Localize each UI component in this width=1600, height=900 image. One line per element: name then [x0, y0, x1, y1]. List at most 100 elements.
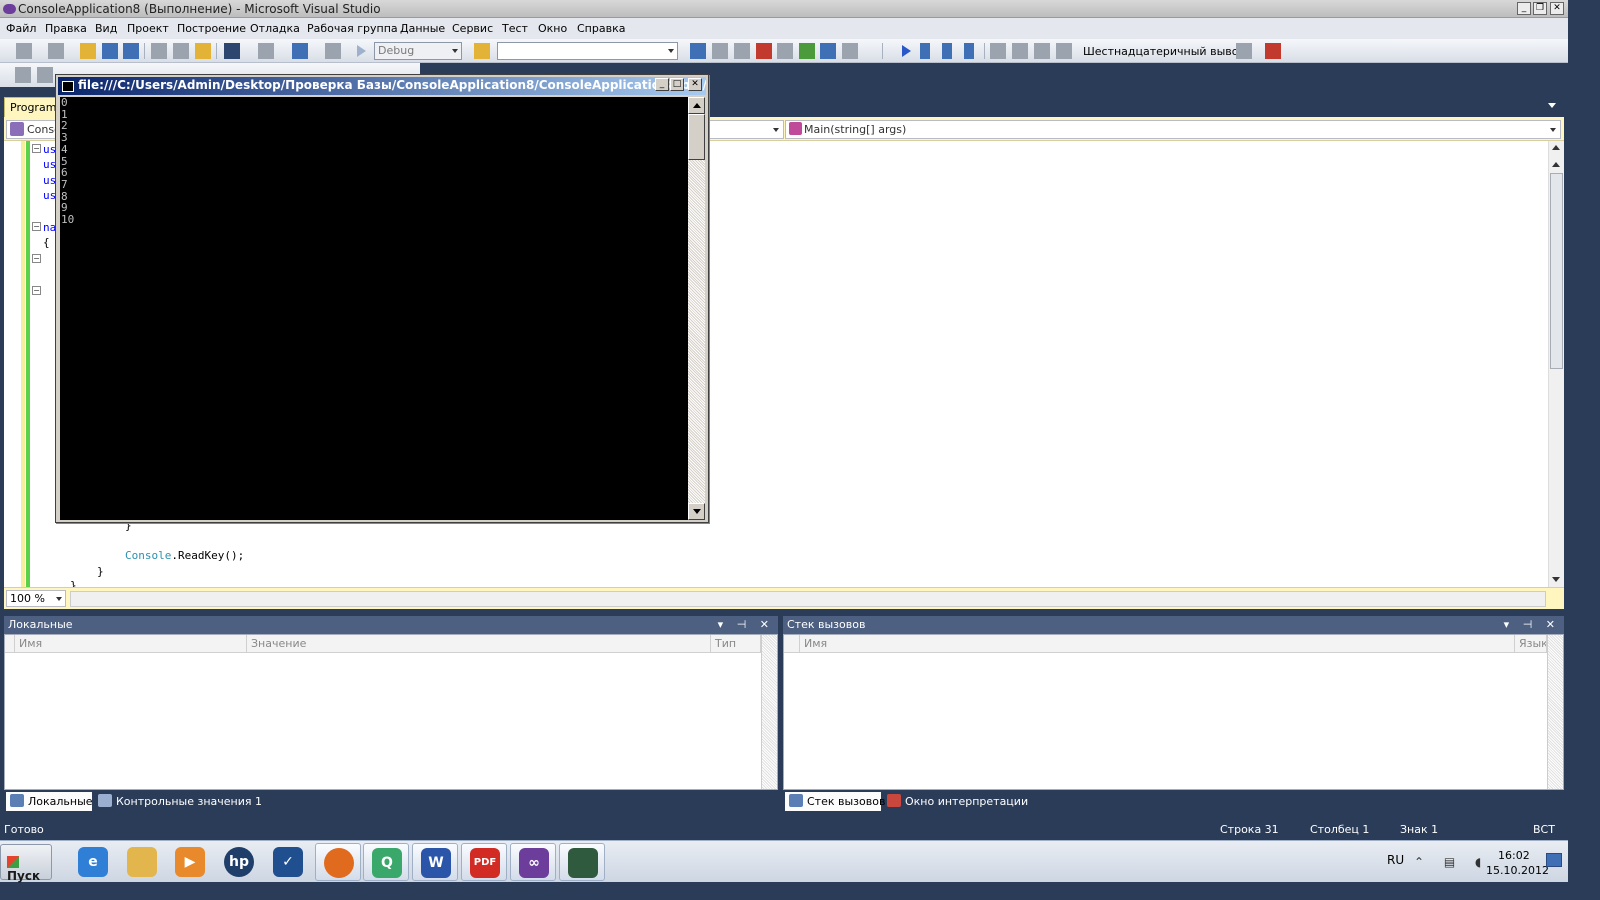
- menu-tools[interactable]: Сервис: [452, 22, 493, 35]
- find-combo[interactable]: [497, 42, 678, 60]
- tab-program-cs[interactable]: Program.cs: [4, 97, 60, 117]
- windows-icon[interactable]: [1265, 43, 1281, 59]
- column-header-name[interactable]: Имя: [15, 635, 247, 653]
- console-scroll-up-icon[interactable]: [688, 97, 705, 114]
- tab-watch-1[interactable]: Контрольные значения 1: [94, 792, 262, 811]
- menu-teamwork[interactable]: Рабочая группа: [307, 22, 398, 35]
- layout-icon[interactable]: [15, 67, 31, 83]
- solution-explorer-icon[interactable]: [690, 43, 706, 59]
- menu-build[interactable]: Построение: [177, 22, 246, 35]
- callstack-vertical-scrollbar[interactable]: [1547, 635, 1563, 789]
- step-out-icon[interactable]: [1056, 43, 1072, 59]
- pdf-icon[interactable]: PDF: [461, 843, 507, 881]
- members-dropdown[interactable]: Main(string[] args): [785, 120, 1561, 139]
- stop-debugging-icon[interactable]: [942, 43, 952, 59]
- scroll-down-icon[interactable]: [1552, 577, 1560, 582]
- new-project-icon[interactable]: [16, 43, 32, 59]
- navigate-forward-icon[interactable]: [325, 43, 341, 59]
- clock-time[interactable]: 16:02: [1498, 849, 1530, 862]
- save-icon[interactable]: [102, 43, 118, 59]
- file-explorer-icon[interactable]: [119, 843, 165, 881]
- callstack-pane[interactable]: Имя Язык: [783, 634, 1564, 790]
- fold-toggle-icon[interactable]: −: [32, 144, 41, 153]
- show-next-statement-icon[interactable]: [990, 43, 1006, 59]
- word-icon[interactable]: W: [412, 843, 458, 881]
- tab-call-stack[interactable]: Стек вызовов: [785, 792, 885, 811]
- start-button[interactable]: Пуск: [0, 844, 52, 883]
- language-indicator[interactable]: RU: [1387, 853, 1404, 867]
- server-explorer-icon[interactable]: [799, 43, 815, 59]
- console-scroll-thumb[interactable]: [688, 114, 705, 160]
- console-maximize-button[interactable]: □: [670, 78, 684, 91]
- tab-locals[interactable]: Локальные: [6, 792, 93, 811]
- menu-edit[interactable]: Правка: [45, 22, 87, 35]
- add-item-icon[interactable]: [48, 43, 64, 59]
- clock-date[interactable]: 15.10.2012: [1486, 864, 1549, 877]
- class-view-icon[interactable]: [820, 43, 836, 59]
- menu-window[interactable]: Окно: [538, 22, 567, 35]
- locals-pane[interactable]: Имя Значение Тип: [4, 634, 778, 790]
- open-file-icon[interactable]: [80, 43, 96, 59]
- console-close-button[interactable]: ✕: [688, 78, 702, 91]
- tab-immediate-window[interactable]: Окно интерпретации: [883, 792, 1028, 811]
- console-window-taskbar-icon[interactable]: [559, 843, 605, 881]
- internet-explorer-icon[interactable]: e: [70, 843, 116, 881]
- copy-icon[interactable]: [173, 43, 189, 59]
- properties-icon[interactable]: [712, 43, 728, 59]
- checkmark-app-icon[interactable]: ✓: [265, 843, 311, 881]
- menu-help[interactable]: Справка: [577, 22, 625, 35]
- break-all-icon[interactable]: [920, 43, 930, 59]
- other-windows-icon[interactable]: [842, 43, 858, 59]
- firefox-icon[interactable]: [315, 843, 361, 881]
- zoom-select[interactable]: 100 %: [6, 590, 66, 607]
- find-in-files-icon[interactable]: [474, 43, 490, 59]
- console-window[interactable]: file:///C:/Users/Admin/Desktop/Проверка …: [55, 74, 709, 523]
- undo-icon[interactable]: [224, 43, 240, 59]
- restore-button[interactable]: ❐: [1533, 2, 1547, 15]
- menu-debug[interactable]: Отладка: [250, 22, 300, 35]
- solution-configuration-select[interactable]: Debug: [374, 42, 462, 60]
- menu-test[interactable]: Тест: [502, 22, 528, 35]
- column-header-language[interactable]: Язык: [1515, 635, 1547, 653]
- object-browser-icon[interactable]: [734, 43, 750, 59]
- menu-data[interactable]: Данные: [400, 22, 445, 35]
- column-header-value[interactable]: Значение: [247, 635, 711, 653]
- pane-buttons[interactable]: ▾ ⊣ ✕: [1504, 618, 1560, 631]
- step-over-icon[interactable]: [1034, 43, 1050, 59]
- split-icon[interactable]: [1552, 145, 1560, 150]
- tab-list-dropdown-icon[interactable]: [1548, 103, 1556, 108]
- console-output-area[interactable]: 0 1 2 3 4 5 6 7 8 9 10: [60, 97, 690, 520]
- close-button[interactable]: ✕: [1550, 2, 1564, 15]
- step-into-icon[interactable]: [1012, 43, 1028, 59]
- start-debugging-icon[interactable]: [357, 45, 366, 57]
- column-header-name[interactable]: Имя: [800, 635, 1515, 653]
- console-scroll-down-icon[interactable]: [688, 503, 705, 520]
- visual-studio-taskbar-icon[interactable]: ∞: [510, 843, 556, 881]
- continue-icon[interactable]: [902, 45, 911, 57]
- editor-vertical-scrollbar[interactable]: [1548, 141, 1564, 587]
- toolbox-icon[interactable]: [756, 43, 772, 59]
- redo-icon[interactable]: [258, 43, 274, 59]
- qip-icon[interactable]: Q: [363, 843, 409, 881]
- tray-icons[interactable]: ⌃ ▤ ◖: [1414, 855, 1489, 869]
- locals-vertical-scrollbar[interactable]: [761, 635, 777, 789]
- column-header-type[interactable]: Тип: [711, 635, 761, 653]
- save-all-icon[interactable]: [123, 43, 139, 59]
- hex-output-toggle[interactable]: Шестнадцатеричный вывод: [1083, 45, 1246, 58]
- menu-view[interactable]: Вид: [95, 22, 117, 35]
- pane-buttons[interactable]: ▾ ⊣ ✕: [718, 618, 774, 631]
- scroll-up-icon[interactable]: [1552, 162, 1560, 167]
- format-icon[interactable]: [37, 67, 53, 83]
- menu-project[interactable]: Проект: [127, 22, 169, 35]
- console-title-bar[interactable]: file:///C:/Users/Admin/Desktop/Проверка …: [58, 77, 706, 95]
- menu-file[interactable]: Файл: [6, 22, 36, 35]
- console-minimize-button[interactable]: _: [655, 78, 669, 91]
- fold-toggle-icon[interactable]: −: [32, 254, 41, 263]
- scroll-thumb[interactable]: [1550, 173, 1563, 369]
- show-desktop-icon[interactable]: [1546, 853, 1562, 867]
- hp-icon[interactable]: hp: [216, 843, 262, 881]
- minimize-button[interactable]: _: [1517, 2, 1531, 15]
- tools-icon[interactable]: [777, 43, 793, 59]
- paste-icon[interactable]: [195, 43, 211, 59]
- editor-horizontal-scrollbar[interactable]: [70, 591, 1546, 607]
